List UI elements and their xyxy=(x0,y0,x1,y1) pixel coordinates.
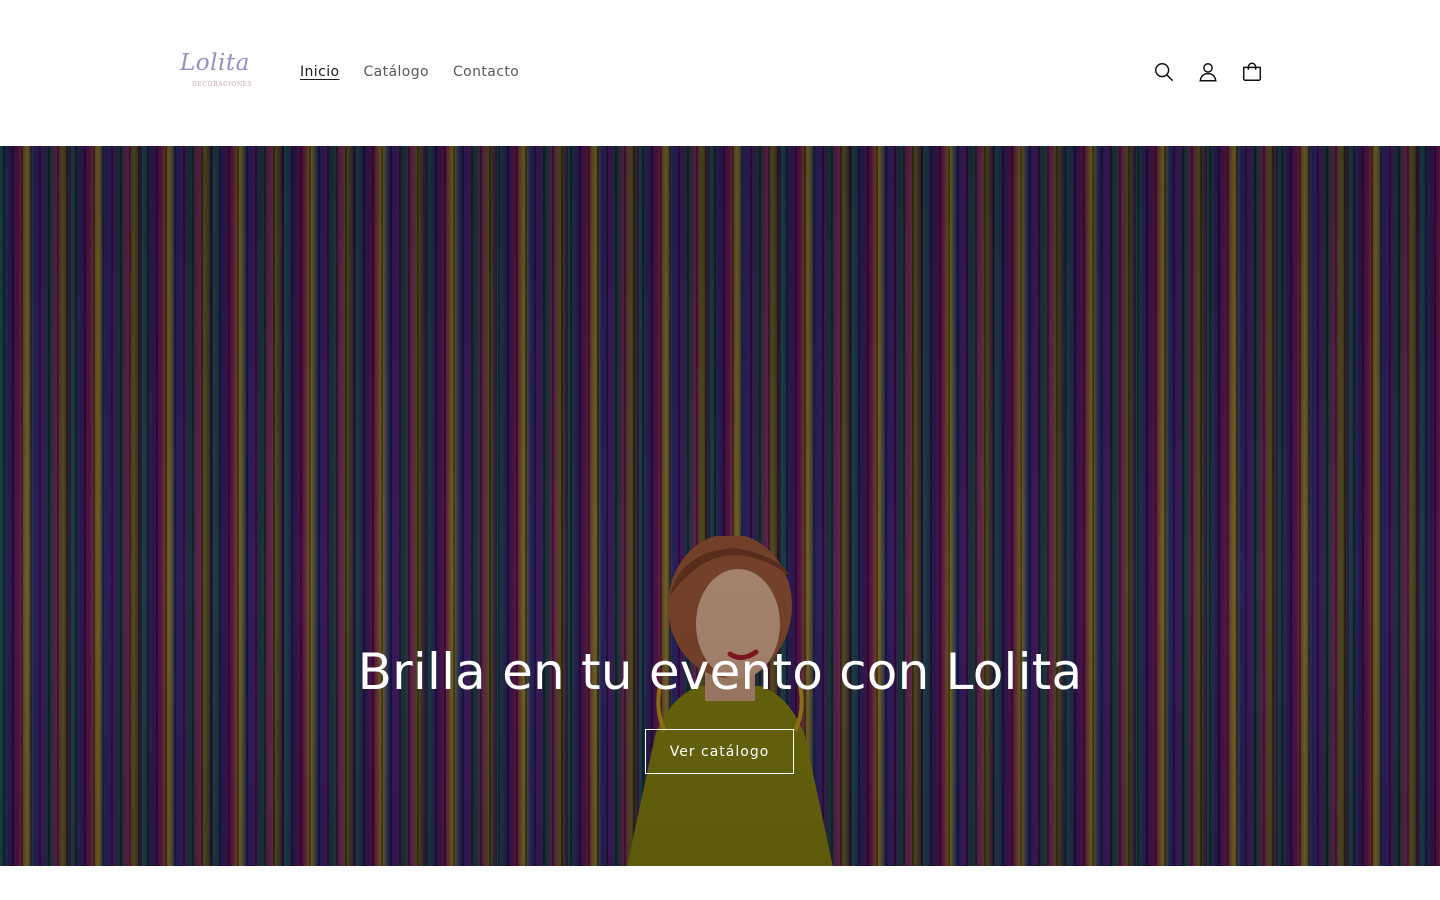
header-icons xyxy=(1142,50,1274,94)
nav-item-contacto[interactable]: Contacto xyxy=(441,62,531,82)
logo-wordmark: Lolita xyxy=(180,50,250,76)
view-catalog-button[interactable]: Ver catálogo xyxy=(645,729,794,774)
hero-banner: Brilla en tu evento con Lolita Ver catál… xyxy=(0,146,1440,866)
cart-button[interactable] xyxy=(1230,50,1274,94)
search-icon xyxy=(1155,63,1173,81)
nav-item-inicio[interactable]: Inicio xyxy=(288,62,351,82)
nav-item-catalogo[interactable]: Catálogo xyxy=(351,62,441,82)
site-logo[interactable]: Lolita DECORACIONES xyxy=(176,48,256,96)
logo-tagline: DECORACIONES xyxy=(192,81,253,88)
account-button[interactable] xyxy=(1186,50,1230,94)
site-header: Lolita DECORACIONES Inicio Catálogo Cont… xyxy=(0,0,1440,146)
account-icon xyxy=(1199,63,1217,82)
hero-title: Brilla en tu evento con Lolita xyxy=(357,643,1083,701)
search-button[interactable] xyxy=(1142,50,1186,94)
main-navigation: Inicio Catálogo Contacto xyxy=(288,62,531,82)
cart-icon xyxy=(1243,62,1261,81)
